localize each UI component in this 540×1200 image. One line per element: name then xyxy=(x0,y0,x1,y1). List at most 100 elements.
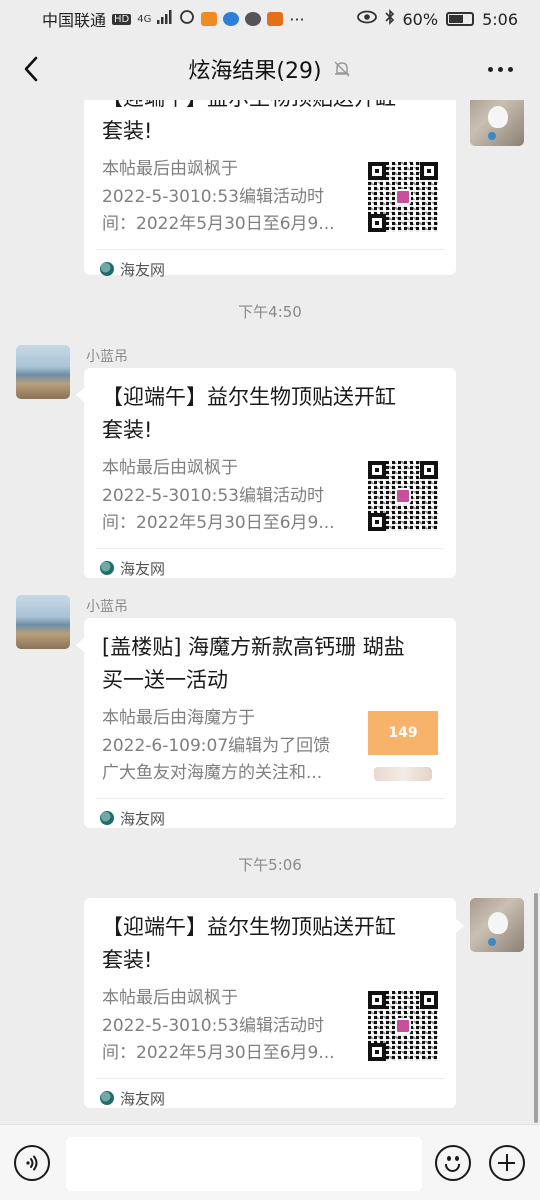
card-body: 本帖最后由海魔方于 2022-6-109:07编辑为了回馈 广大鱼友对海魔方的关… xyxy=(84,705,456,788)
status-left: 中国联通 HD 4G ··· xyxy=(42,7,305,31)
chat-message-list[interactable]: 【迎端午】益尔生物顶贴送开缸 套装! 本帖最后由飒枫于 2022-5-3010:… xyxy=(0,100,540,1124)
eye-icon xyxy=(356,10,377,28)
card-title-line: 套装! xyxy=(102,948,153,972)
card-source: 海友网 xyxy=(120,809,166,828)
card-desc-line: 本帖最后由飒枫于 xyxy=(102,458,238,478)
chat-title[interactable]: 炫海结果(29) xyxy=(188,53,321,85)
card-title: 【迎端午】益尔生物顶贴送开缸 套装! xyxy=(84,898,456,977)
title-wrap: 炫海结果(29) xyxy=(188,53,351,85)
plus-button[interactable] xyxy=(489,1145,525,1181)
sync-icon xyxy=(179,9,195,29)
card-desc-line: 本帖最后由飒枫于 xyxy=(102,988,238,1008)
link-card[interactable]: 【迎端午】益尔生物顶贴送开缸 套装! 本帖最后由飒枫于 2022-5-3010:… xyxy=(84,368,456,578)
card-desc-line: 本帖最后由飒枫于 xyxy=(102,159,238,179)
sender-name: 小蓝吊 xyxy=(86,349,128,365)
input-bar xyxy=(0,1124,540,1200)
bear-avatar-figure xyxy=(488,106,508,128)
qr-code-image xyxy=(368,461,438,531)
card-title-line: [盖楼贴] 海魔方新款高钙珊 瑚盐 xyxy=(102,635,405,659)
hd-badge-icon: HD xyxy=(112,13,132,25)
more-notifications-icon: ··· xyxy=(289,9,305,29)
link-card[interactable]: 【迎端午】益尔生物顶贴送开缸 套装! 本帖最后由飒枫于 2022-5-3010:… xyxy=(84,100,456,279)
link-card[interactable]: [盖楼贴] 海魔方新款高钙珊 瑚盐 买一送一活动 本帖最后由海魔方于 2022-… xyxy=(84,618,456,828)
card-title-line: 套装! xyxy=(102,119,153,143)
scrollbar[interactable] xyxy=(534,893,538,1123)
signal-bars-icon xyxy=(157,10,173,28)
more-button[interactable] xyxy=(480,52,520,86)
voice-button[interactable] xyxy=(14,1145,50,1181)
card-title: 【迎端午】益尔生物顶贴送开缸 套装! xyxy=(84,368,456,447)
bulb-app-icon xyxy=(223,12,240,26)
bluetooth-icon xyxy=(384,9,395,29)
card-footer: 海友网 xyxy=(96,797,444,832)
card-title-line: 【迎端午】益尔生物顶贴送开缸 xyxy=(102,100,438,115)
message-input[interactable] xyxy=(66,1137,422,1191)
source-logo-icon xyxy=(100,262,114,276)
avatar-badge xyxy=(488,938,496,946)
promo-product-strip xyxy=(374,767,432,781)
back-button[interactable] xyxy=(14,52,48,86)
card-thumbnail xyxy=(368,162,438,232)
card-desc: 本帖最后由飒枫于 2022-5-3010:53编辑活动时 间：2022年5月30… xyxy=(102,985,354,1068)
avatar-self[interactable] xyxy=(470,100,524,146)
emoji-mouth xyxy=(445,1164,460,1172)
card-body: 本帖最后由飒枫于 2022-5-3010:53编辑活动时 间：2022年5月30… xyxy=(84,156,456,239)
status-right: 60% 5:06 xyxy=(356,9,518,29)
card-desc: 本帖最后由飒枫于 2022-5-3010:53编辑活动时 间：2022年5月30… xyxy=(102,455,354,538)
card-body: 本帖最后由飒枫于 2022-5-3010:53编辑活动时 间：2022年5月30… xyxy=(84,985,456,1068)
promo-image: 149 xyxy=(368,711,438,781)
card-thumbnail: 149 xyxy=(368,711,438,781)
card-desc-line: 2022-5-3010:53编辑活动时 xyxy=(102,1015,324,1036)
card-footer: 海友网 xyxy=(96,1077,444,1112)
qr-code-image xyxy=(368,991,438,1061)
more-dot xyxy=(497,66,503,72)
battery-icon xyxy=(446,12,475,26)
cube-app-icon xyxy=(245,12,262,26)
source-logo-icon xyxy=(100,811,114,825)
battery-percent: 60% xyxy=(402,9,439,29)
sender-name: 小蓝吊 xyxy=(86,599,128,615)
card-title-line: 【迎端午】益尔生物顶贴送开缸 xyxy=(102,385,396,409)
card-desc-line: 间：2022年5月30日至6月9... xyxy=(102,214,335,234)
card-source: 海友网 xyxy=(120,1089,166,1108)
avatar-badge xyxy=(488,132,496,140)
chevron-left-icon xyxy=(24,56,38,82)
promo-price-label: 149 xyxy=(368,711,438,755)
timestamp: 下午5:06 xyxy=(238,856,302,874)
card-thumbnail xyxy=(368,461,438,531)
emoji-eye xyxy=(455,1156,459,1161)
signal-4g-icon: 4G xyxy=(137,13,152,25)
card-desc-line: 2022-5-3010:53编辑活动时 xyxy=(102,186,324,207)
card-body: 本帖最后由飒枫于 2022-5-3010:53编辑活动时 间：2022年5月30… xyxy=(84,455,456,538)
clock: 5:06 xyxy=(482,9,518,29)
card-source: 海友网 xyxy=(120,260,166,279)
card-title-line: 套装! xyxy=(102,418,153,442)
timestamp: 下午4:50 xyxy=(238,303,302,321)
status-bar: 中国联通 HD 4G ··· 60% 5:06 xyxy=(0,0,540,38)
card-title: [盖楼贴] 海魔方新款高钙珊 瑚盐 买一送一活动 xyxy=(84,618,456,697)
avatar-xiaolandiao[interactable] xyxy=(16,595,70,649)
qr-code-image xyxy=(368,162,438,232)
card-thumbnail xyxy=(368,991,438,1061)
card-footer: 海友网 xyxy=(96,248,444,283)
link-card[interactable]: 【迎端午】益尔生物顶贴送开缸 套装! 本帖最后由飒枫于 2022-5-3010:… xyxy=(84,898,456,1108)
more-dots-icon xyxy=(487,66,493,72)
card-source: 海友网 xyxy=(120,559,166,578)
shop-app-icon xyxy=(267,12,284,26)
card-title-line: 【迎端午】益尔生物顶贴送开缸 xyxy=(102,915,396,939)
bear-avatar-figure xyxy=(488,912,508,934)
card-desc-line: 间：2022年5月30日至6月9... xyxy=(102,1043,335,1063)
card-desc-line: 2022-5-3010:53编辑活动时 xyxy=(102,485,324,506)
card-title-line: 买一送一活动 xyxy=(102,668,228,692)
card-desc: 本帖最后由海魔方于 2022-6-109:07编辑为了回馈 广大鱼友对海魔方的关… xyxy=(102,705,354,788)
avatar-self[interactable] xyxy=(470,898,524,952)
card-desc-line: 间：2022年5月30日至6月9... xyxy=(102,513,335,533)
bell-off-icon xyxy=(334,61,350,77)
avatar-xiaolandiao[interactable] xyxy=(16,345,70,399)
source-logo-icon xyxy=(100,561,114,575)
emoji-icon xyxy=(447,1156,451,1161)
video-app-icon xyxy=(201,12,218,26)
emoji-button[interactable] xyxy=(435,1145,471,1181)
card-footer: 海友网 xyxy=(96,547,444,582)
voice-icon xyxy=(26,1155,38,1171)
